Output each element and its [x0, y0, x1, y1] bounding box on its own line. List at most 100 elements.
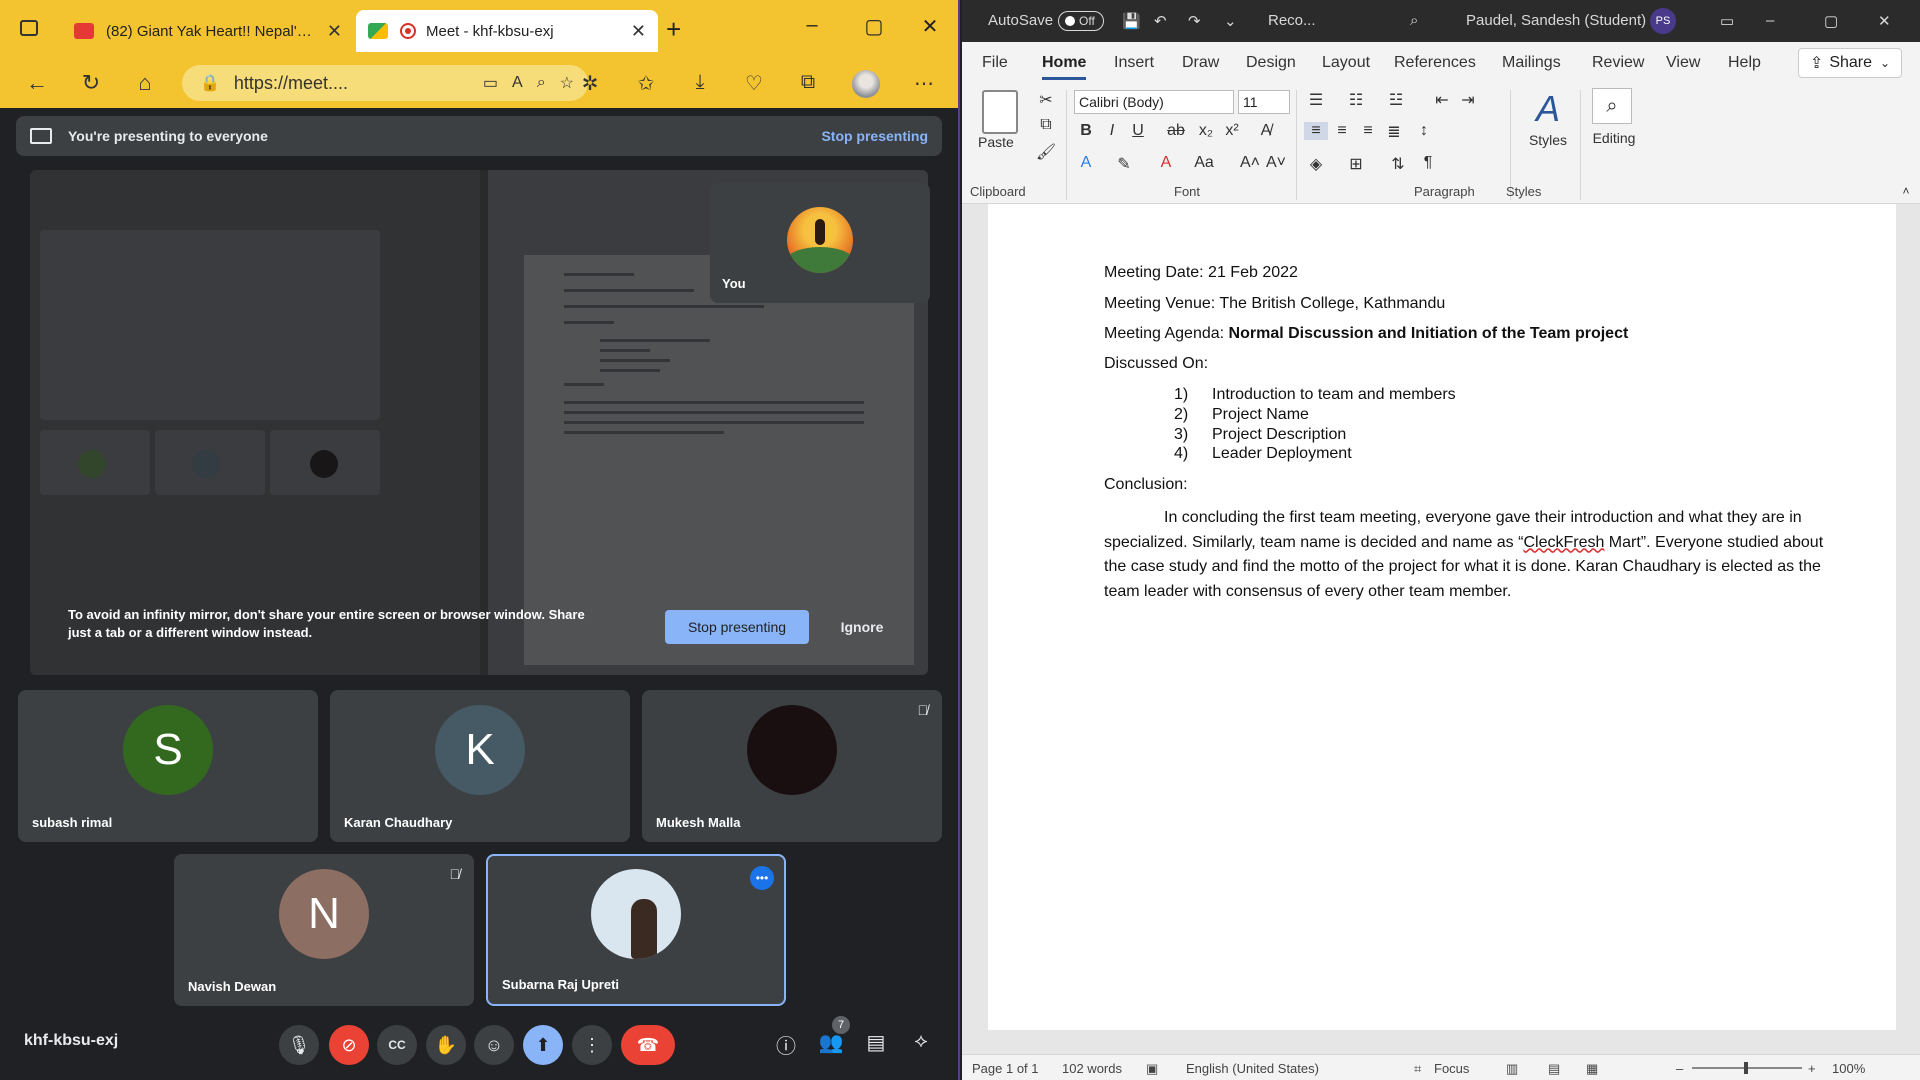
lock-icon[interactable]: 🔒: [200, 73, 220, 93]
cut-icon[interactable]: ✂: [1034, 90, 1058, 110]
decrease-indent-icon[interactable]: ⇤: [1430, 90, 1454, 110]
tab-design[interactable]: Design: [1246, 54, 1296, 72]
participant-tile[interactable]: S subash rimal: [18, 690, 318, 842]
meeting-details-icon[interactable]: ⓘ: [771, 1030, 801, 1059]
zoom-out-icon[interactable]: –: [1676, 1061, 1683, 1076]
user-avatar[interactable]: PS: [1650, 8, 1676, 34]
minimize-button[interactable]: –: [1766, 12, 1774, 29]
camera-icon[interactable]: ▭: [483, 73, 498, 93]
zoom-icon[interactable]: ⌕: [537, 74, 546, 92]
close-window-button[interactable]: ✕: [910, 14, 950, 39]
change-case-icon[interactable]: Aa: [1192, 154, 1216, 172]
close-window-button[interactable]: ✕: [1878, 12, 1891, 30]
refresh-icon[interactable]: ↻: [76, 70, 106, 96]
ignore-button[interactable]: Ignore: [830, 610, 894, 644]
tab-mailings[interactable]: Mailings: [1502, 54, 1561, 72]
new-tab-button[interactable]: +: [666, 14, 681, 45]
document-page[interactable]: Meeting Date: 21 Feb 2022 Meeting Venue:…: [988, 204, 1896, 1030]
tab-home[interactable]: Home: [1042, 54, 1087, 80]
camera-off-button[interactable]: ⊘: [329, 1025, 369, 1065]
print-layout-icon[interactable]: ▤: [1548, 1061, 1560, 1077]
language-status[interactable]: English (United States): [1186, 1061, 1319, 1076]
leave-call-button[interactable]: ☎: [621, 1025, 675, 1065]
back-icon[interactable]: ←: [22, 70, 52, 96]
close-tab-icon[interactable]: ✕: [631, 21, 646, 42]
undo-icon[interactable]: ↶: [1154, 12, 1167, 30]
chat-icon[interactable]: ▤: [861, 1030, 891, 1055]
proofing-icon[interactable]: ▣: [1146, 1061, 1158, 1077]
favorites-icon[interactable]: ✩: [632, 71, 660, 96]
share-button[interactable]: ⇪ Share ⌄: [1798, 48, 1902, 78]
bullets-icon[interactable]: ☰: [1304, 90, 1328, 110]
tab-references[interactable]: References: [1394, 54, 1476, 72]
raise-hand-button[interactable]: ✋: [426, 1025, 466, 1065]
read-aloud-icon[interactable]: A: [512, 74, 523, 92]
participant-tile-active[interactable]: ••• Subarna Raj Upreti: [486, 854, 786, 1006]
more-options-icon[interactable]: •••: [750, 866, 774, 890]
tab-youtube[interactable]: (82) Giant Yak Heart!! Nepal's Ext ✕: [62, 10, 354, 52]
minimize-button[interactable]: –: [792, 14, 832, 37]
collections-icon[interactable]: ⧉: [794, 71, 822, 94]
stop-presenting-link[interactable]: Stop presenting: [821, 128, 928, 144]
autosave-toggle[interactable]: Off: [1058, 11, 1104, 31]
tab-meet[interactable]: Meet - khf-kbsu-exj ✕: [356, 10, 658, 52]
present-button[interactable]: ⬆: [523, 1025, 563, 1065]
copy-icon[interactable]: ⧉: [1034, 116, 1058, 134]
doc-title[interactable]: Reco...: [1268, 12, 1316, 29]
align-left-icon[interactable]: ≡: [1304, 122, 1328, 140]
zoom-level[interactable]: 100%: [1832, 1061, 1865, 1076]
word-count[interactable]: 102 words: [1062, 1061, 1122, 1076]
tab-actions-icon[interactable]: [20, 20, 38, 36]
extensions-icon[interactable]: ✲: [576, 71, 604, 96]
underline-icon[interactable]: U: [1126, 122, 1150, 140]
more-menu-icon[interactable]: ⋯: [910, 71, 938, 96]
italic-icon[interactable]: I: [1100, 122, 1124, 140]
shading-icon[interactable]: ◈: [1304, 154, 1328, 174]
read-mode-icon[interactable]: ▥: [1506, 1061, 1518, 1077]
clear-formatting-icon[interactable]: A̸: [1254, 122, 1278, 140]
paste-icon[interactable]: [982, 90, 1018, 134]
customize-icon[interactable]: ⌄: [1224, 12, 1237, 30]
web-layout-icon[interactable]: ▦: [1586, 1061, 1598, 1077]
tab-help[interactable]: Help: [1728, 54, 1761, 72]
tab-view[interactable]: View: [1666, 54, 1700, 72]
captions-button[interactable]: CC: [377, 1025, 417, 1065]
ribbon-display-icon[interactable]: ▭: [1720, 12, 1734, 30]
activities-icon[interactable]: ⟡: [906, 1030, 936, 1053]
more-options-button[interactable]: ⋮: [572, 1025, 612, 1065]
numbering-icon[interactable]: ☷: [1344, 90, 1368, 110]
tab-layout[interactable]: Layout: [1322, 54, 1370, 72]
mic-button[interactable]: 🎙: [279, 1025, 319, 1065]
collapse-ribbon-icon[interactable]: ˄: [1894, 184, 1918, 198]
home-icon[interactable]: ⌂: [130, 70, 160, 96]
paste-label[interactable]: Paste: [978, 134, 1014, 150]
tab-draw[interactable]: Draw: [1182, 54, 1219, 72]
participant-tile[interactable]: 🎙̸ Mukesh Malla: [642, 690, 942, 842]
downloads-icon[interactable]: ⤓: [686, 71, 714, 94]
participant-tile[interactable]: N 🎙̸ Navish Dewan: [174, 854, 474, 1006]
maximize-button[interactable]: ▢: [854, 14, 894, 39]
multilevel-list-icon[interactable]: ☳: [1384, 90, 1408, 110]
zoom-slider-thumb[interactable]: [1744, 1062, 1748, 1074]
align-right-icon[interactable]: ≡: [1356, 122, 1380, 140]
save-icon[interactable]: 💾: [1122, 12, 1141, 30]
grow-font-icon[interactable]: A˄: [1238, 154, 1262, 172]
stop-presenting-button[interactable]: Stop presenting: [665, 610, 809, 644]
zoom-in-icon[interactable]: +: [1808, 1061, 1816, 1076]
editing-label[interactable]: Editing: [1582, 130, 1646, 146]
borders-icon[interactable]: ⊞: [1344, 154, 1368, 174]
maximize-button[interactable]: ▢: [1824, 12, 1838, 30]
show-formatting-icon[interactable]: ¶: [1416, 154, 1440, 172]
text-effects-icon[interactable]: A: [1074, 154, 1098, 172]
profile-avatar[interactable]: [852, 70, 880, 98]
format-painter-icon[interactable]: 🖌: [1034, 142, 1058, 162]
font-name-select[interactable]: Calibri (Body): [1074, 90, 1234, 114]
styles-icon[interactable]: A: [1528, 88, 1568, 130]
health-icon[interactable]: ♡: [740, 71, 768, 96]
page-count[interactable]: Page 1 of 1: [972, 1061, 1039, 1076]
focus-icon[interactable]: ⌗: [1414, 1061, 1421, 1077]
tab-insert[interactable]: Insert: [1114, 54, 1154, 72]
superscript-icon[interactable]: x²: [1220, 122, 1244, 140]
spelling-error[interactable]: CleckFresh: [1523, 534, 1604, 551]
justify-icon[interactable]: ≣: [1382, 122, 1406, 142]
